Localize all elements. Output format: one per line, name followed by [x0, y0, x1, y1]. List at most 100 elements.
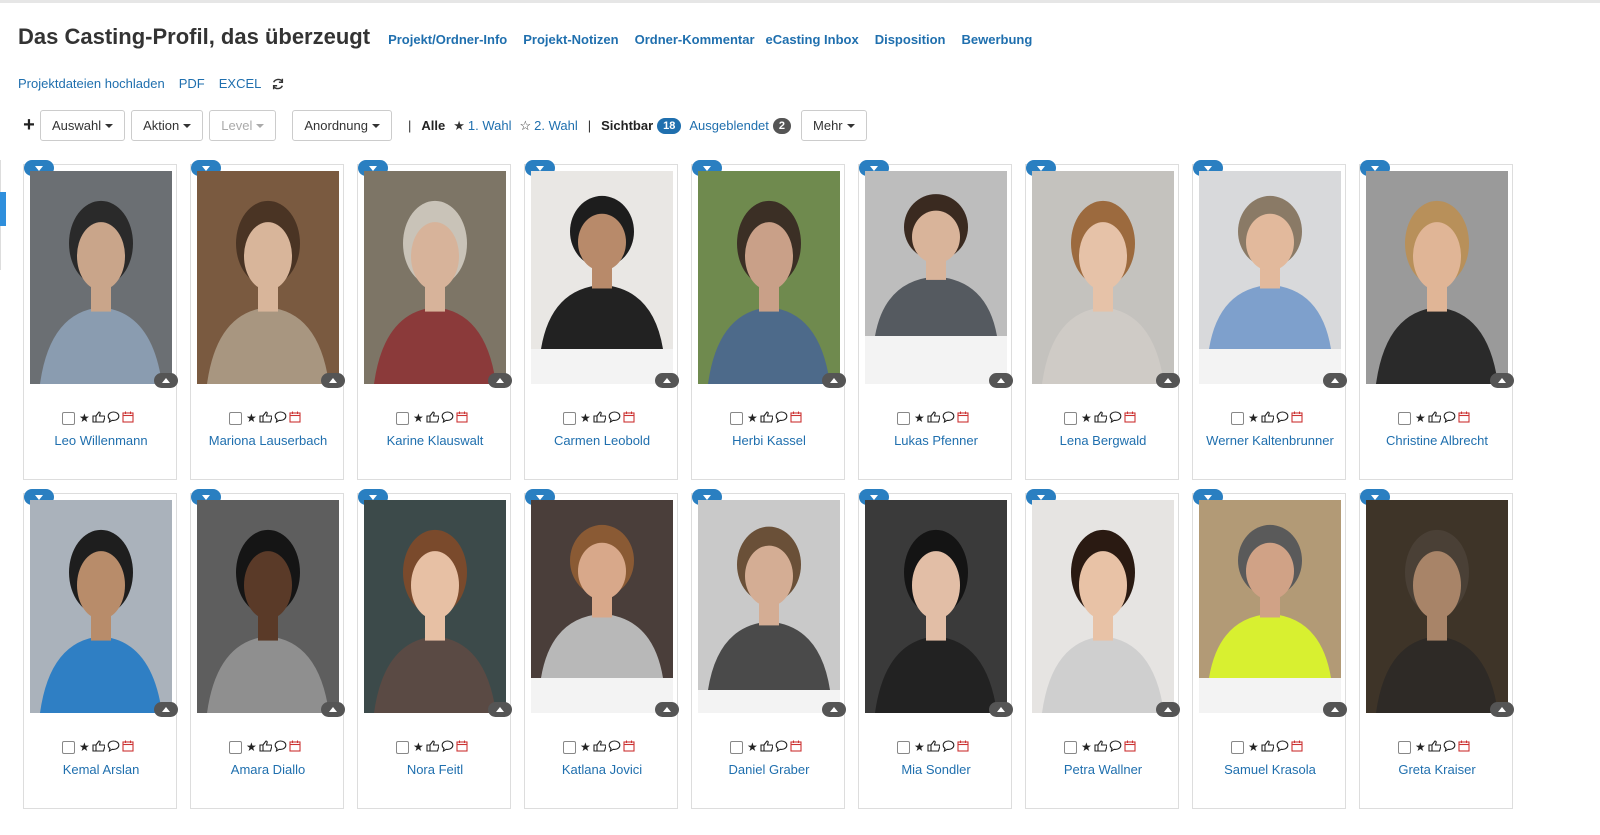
calendar-icon[interactable] — [790, 740, 802, 754]
profile-name-link[interactable]: Katlana Jovici — [525, 762, 679, 777]
thumbs-up-icon[interactable] — [259, 411, 273, 425]
comment-icon[interactable] — [274, 740, 287, 754]
profile-card[interactable]: ★ Katlana Jovici — [524, 489, 679, 809]
profile-photo[interactable] — [1366, 500, 1508, 713]
comment-icon[interactable] — [1276, 740, 1289, 754]
star-icon[interactable]: ★ — [1248, 741, 1259, 753]
profile-photo[interactable] — [531, 500, 673, 678]
expand-toggle[interactable] — [1323, 702, 1347, 717]
calendar-icon[interactable] — [122, 740, 134, 754]
calendar-icon[interactable] — [456, 740, 468, 754]
profile-name-link[interactable]: Daniel Graber — [692, 762, 846, 777]
profile-card[interactable]: ★ Lukas Pfenner — [858, 160, 1013, 480]
comment-icon[interactable] — [274, 411, 287, 425]
calendar-icon[interactable] — [1124, 411, 1136, 425]
expand-toggle[interactable] — [655, 373, 679, 388]
profile-photo[interactable] — [1366, 171, 1508, 384]
profile-card[interactable]: ★ Daniel Graber — [691, 489, 846, 809]
comment-icon[interactable] — [1443, 740, 1456, 754]
aktion-dropdown[interactable]: Aktion — [131, 110, 204, 141]
expand-toggle[interactable] — [154, 702, 178, 717]
profile-card[interactable]: ★ Werner Kaltenbrunner — [1192, 160, 1347, 480]
calendar-icon[interactable] — [289, 411, 301, 425]
star-icon[interactable]: ★ — [1081, 741, 1092, 753]
filter-wahl-1[interactable]: 1. Wahl — [468, 118, 512, 133]
filter-alle[interactable]: Alle — [421, 118, 445, 133]
select-checkbox[interactable] — [730, 411, 743, 425]
calendar-icon[interactable] — [623, 740, 635, 754]
comment-icon[interactable] — [608, 740, 621, 754]
calendar-icon[interactable] — [1291, 740, 1303, 754]
thumbs-up-icon[interactable] — [259, 740, 273, 754]
profile-name-link[interactable]: Petra Wallner — [1026, 762, 1180, 777]
profile-card[interactable]: ★ Christine Albrecht — [1359, 160, 1514, 480]
star-icon[interactable]: ★ — [747, 412, 758, 424]
link-disposition[interactable]: Disposition — [875, 32, 946, 47]
select-checkbox[interactable] — [563, 740, 576, 754]
anordnung-dropdown[interactable]: Anordnung — [292, 110, 392, 141]
expand-toggle[interactable] — [488, 702, 512, 717]
expand-toggle[interactable] — [989, 373, 1013, 388]
profile-card[interactable]: ★ Nora Feitl — [357, 489, 512, 809]
comment-icon[interactable] — [441, 740, 454, 754]
comment-icon[interactable] — [107, 411, 120, 425]
thumbs-up-icon[interactable] — [1261, 740, 1275, 754]
thumbs-up-icon[interactable] — [1094, 411, 1108, 425]
profile-name-link[interactable]: Karine Klauswalt — [358, 433, 512, 448]
expand-toggle[interactable] — [154, 373, 178, 388]
link-ecasting-inbox[interactable]: eCasting Inbox — [766, 32, 859, 47]
profile-name-link[interactable]: Nora Feitl — [358, 762, 512, 777]
comment-icon[interactable] — [942, 740, 955, 754]
select-checkbox[interactable] — [229, 411, 242, 425]
profile-card[interactable]: ★ Herbi Kassel — [691, 160, 846, 480]
calendar-icon[interactable] — [1458, 411, 1470, 425]
profile-name-link[interactable]: Leo Willenmann — [24, 433, 178, 448]
select-checkbox[interactable] — [62, 740, 75, 754]
mehr-dropdown[interactable]: Mehr — [801, 110, 867, 141]
comment-icon[interactable] — [1276, 411, 1289, 425]
excel-export-link[interactable]: EXCEL — [219, 76, 262, 91]
profile-photo[interactable] — [865, 171, 1007, 336]
link-projekt-ordner-info[interactable]: Projekt/Ordner-Info — [388, 32, 507, 47]
calendar-icon[interactable] — [1291, 411, 1303, 425]
calendar-icon[interactable] — [1458, 740, 1470, 754]
thumbs-up-icon[interactable] — [1261, 411, 1275, 425]
expand-toggle[interactable] — [321, 373, 345, 388]
calendar-icon[interactable] — [289, 740, 301, 754]
calendar-icon[interactable] — [957, 740, 969, 754]
select-checkbox[interactable] — [1398, 740, 1411, 754]
profile-card[interactable]: ★ Greta Kraiser — [1359, 489, 1514, 809]
profile-name-link[interactable]: Mia Sondler — [859, 762, 1013, 777]
upload-files-link[interactable]: Projektdateien hochladen — [18, 76, 165, 91]
star-icon[interactable]: ★ — [914, 741, 925, 753]
profile-name-link[interactable]: Amara Diallo — [191, 762, 345, 777]
filter-wahl-2[interactable]: 2. Wahl — [534, 118, 578, 133]
thumbs-up-icon[interactable] — [92, 740, 106, 754]
star-icon[interactable]: ★ — [1248, 412, 1259, 424]
comment-icon[interactable] — [942, 411, 955, 425]
comment-icon[interactable] — [441, 411, 454, 425]
auswahl-dropdown[interactable]: Auswahl — [40, 110, 126, 141]
star-icon[interactable]: ★ — [1081, 412, 1092, 424]
expand-toggle[interactable] — [822, 702, 846, 717]
star-icon[interactable]: ★ — [246, 412, 257, 424]
select-checkbox[interactable] — [1398, 411, 1411, 425]
star-icon[interactable]: ★ — [747, 741, 758, 753]
profile-card[interactable]: ★ Karine Klauswalt — [357, 160, 512, 480]
select-checkbox[interactable] — [396, 740, 409, 754]
select-checkbox[interactable] — [1064, 740, 1077, 754]
profile-name-link[interactable]: Mariona Lauserbach — [191, 433, 345, 448]
calendar-icon[interactable] — [456, 411, 468, 425]
expand-toggle[interactable] — [321, 702, 345, 717]
profile-photo[interactable] — [364, 500, 506, 713]
thumbs-up-icon[interactable] — [593, 740, 607, 754]
profile-photo[interactable] — [364, 171, 506, 384]
profile-photo[interactable] — [865, 500, 1007, 713]
select-checkbox[interactable] — [897, 740, 910, 754]
select-checkbox[interactable] — [563, 411, 576, 425]
profile-photo[interactable] — [1199, 171, 1341, 349]
calendar-icon[interactable] — [623, 411, 635, 425]
calendar-icon[interactable] — [1124, 740, 1136, 754]
pdf-export-link[interactable]: PDF — [179, 76, 205, 91]
select-checkbox[interactable] — [1231, 411, 1244, 425]
